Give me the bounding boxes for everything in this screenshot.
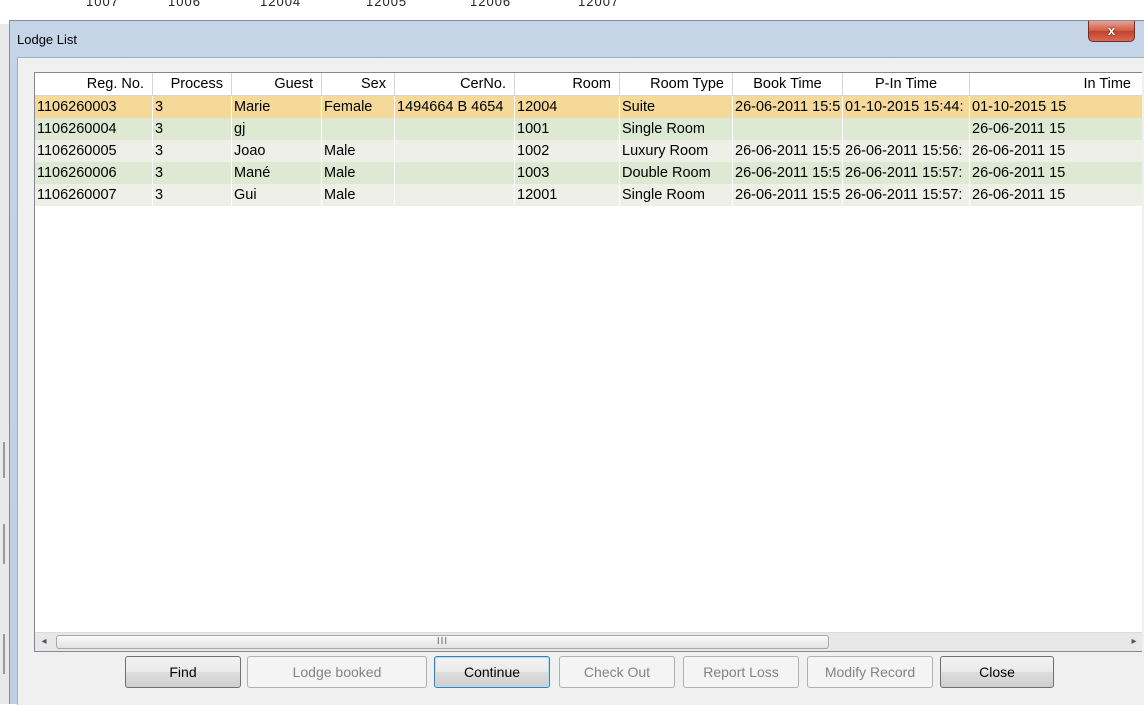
cell-p-in-time: 01-10-2015 15:44: [843,96,970,118]
cell-p-in-time: 26-06-2011 15:56: [843,140,970,162]
scrollbar-thumb[interactable]: III [56,635,829,649]
table-row[interactable]: 1106260006 3 Mané Male 1003 Double Room 26-06-… [35,162,1142,184]
cell-p-in-time: 26-06-2011 15:57: [843,184,970,206]
cell-process: 3 [153,96,232,118]
cell-guest: Marie [232,96,322,118]
lodge-list-table[interactable]: Reg. No. Process Guest Sex CerNo. Room R… [34,72,1142,652]
table-row[interactable]: 1106260007 3 Gui Male 12001 Single Room 26-06-… [35,184,1142,206]
column-header-in-time[interactable]: In Time [970,73,1142,95]
background-fragment: 12007 [578,0,620,9]
dialog-title: Lodge List [17,32,77,47]
cell-reg-no: 1106260007 [35,184,153,206]
column-header-room-type[interactable]: Room Type [620,73,733,95]
background-fragment: 12004 [260,0,302,9]
background-fragment: 1006 [168,0,201,9]
close-button[interactable]: Close [940,656,1054,688]
scroll-right-arrow-icon[interactable]: ▸ [1125,633,1142,651]
column-header-book-time[interactable]: Book Time [733,73,843,95]
cell-process: 3 [153,184,232,206]
dialog-client-area: Reg. No. Process Guest Sex CerNo. Room R… [17,57,1144,705]
cell-guest: Gui [232,184,322,206]
continue-button[interactable]: Continue [434,656,550,688]
column-header-p-in-time[interactable]: P-In Time [843,73,970,95]
cell-book-time: 26-06-2011 15:5 [733,162,843,184]
cell-sex: Male [322,140,395,162]
cell-in-time: 26-06-2011 15 [970,118,1142,140]
table-body: 1106260003 3 Marie Female 1494664 B 4654 1200… [35,96,1142,206]
background-fragment: 12005 [366,0,408,9]
title-bar[interactable]: Lodge List x [10,21,1144,57]
column-header-room[interactable]: Room [515,73,620,95]
cell-book-time [733,118,843,140]
cell-process: 3 [153,162,232,184]
column-header-process[interactable]: Process [153,73,232,95]
cell-cerno [395,162,515,184]
table-row[interactable]: 1106260005 3 Joao Male 1002 Luxury Room 26-06-… [35,140,1142,162]
cell-room-type: Single Room [620,118,733,140]
cell-reg-no: 1106260006 [35,162,153,184]
cell-sex: Male [322,162,395,184]
cell-room-type: Single Room [620,184,733,206]
column-header-guest[interactable]: Guest [232,73,322,95]
cell-room-type: Suite [620,96,733,118]
cell-cerno [395,184,515,206]
check-out-button[interactable]: Check Out [559,656,675,688]
horizontal-scrollbar[interactable]: ◂ III ▸ [35,632,1142,651]
cell-cerno [395,140,515,162]
scrollbar-grip-icon: III [436,636,449,647]
lodge-list-dialog: Lodge List x Reg. No. Process Guest Sex … [9,20,1144,705]
column-header-sex[interactable]: Sex [322,73,395,95]
cell-process: 3 [153,140,232,162]
report-loss-button[interactable]: Report Loss [683,656,799,688]
cell-room-type: Double Room [620,162,733,184]
modify-record-button[interactable]: Modify Record [807,656,933,688]
cell-room: 1001 [515,118,620,140]
cell-sex: Male [322,184,395,206]
cell-room: 12004 [515,96,620,118]
column-header-reg-no[interactable]: Reg. No. [35,73,153,95]
cell-in-time: 01-10-2015 15 [970,96,1142,118]
cell-book-time: 26-06-2011 15:5 [733,184,843,206]
cell-sex [322,118,395,140]
cell-p-in-time: 26-06-2011 15:57: [843,162,970,184]
cell-in-time: 26-06-2011 15 [970,184,1142,206]
table-header: Reg. No. Process Guest Sex CerNo. Room R… [35,73,1142,96]
column-header-cerno[interactable]: CerNo. [395,73,515,95]
cell-in-time: 26-06-2011 15 [970,140,1142,162]
cell-room-type: Luxury Room [620,140,733,162]
cell-room: 1003 [515,162,620,184]
lodge-booked-button[interactable]: Lodge booked [247,656,427,688]
cell-process: 3 [153,118,232,140]
find-button[interactable]: Find [125,656,241,688]
cell-p-in-time [843,118,970,140]
cell-in-time: 26-06-2011 15 [970,162,1142,184]
cell-reg-no: 1106260003 [35,96,153,118]
cell-room: 12001 [515,184,620,206]
close-window-button[interactable]: x [1088,21,1135,42]
cell-room: 1002 [515,140,620,162]
scroll-left-arrow-icon[interactable]: ◂ [35,633,53,651]
background-fragment: 12006 [470,0,512,9]
cell-book-time: 26-06-2011 15:5 [733,140,843,162]
close-icon: x [1107,23,1116,38]
table-row[interactable]: 1106260003 3 Marie Female 1494664 B 4654 1200… [35,96,1142,118]
cell-guest: Joao [232,140,322,162]
background-fragment: 1007 [86,0,119,9]
cell-reg-no: 1106260004 [35,118,153,140]
cell-guest: gj [232,118,322,140]
cell-reg-no: 1106260005 [35,140,153,162]
cell-cerno [395,118,515,140]
cell-sex: Female [322,96,395,118]
table-row[interactable]: 1106260004 3 gj 1001 Single Room 26-06-2011 1… [35,118,1142,140]
cell-guest: Mané [232,162,322,184]
cell-book-time: 26-06-2011 15:5 [733,96,843,118]
cell-cerno: 1494664 B 4654 [395,96,515,118]
